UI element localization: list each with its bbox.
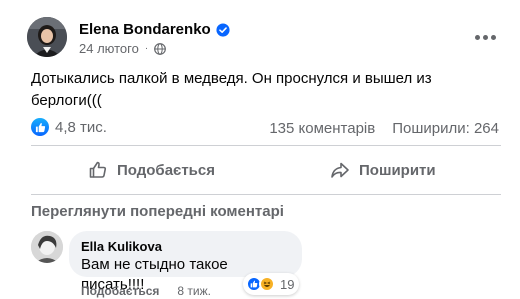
post-card: Elena Bondarenko 24 лютого · Дотыкались … [0,0,520,299]
post-date[interactable]: 24 лютого · [79,41,167,56]
author-name-label[interactable]: Elena Bondarenko [79,21,211,38]
comment-time[interactable]: 8 тиж. [177,284,211,298]
more-icon[interactable] [470,27,500,47]
share-icon [331,162,349,178]
more-dot [474,34,480,40]
more-dot [482,34,488,40]
commenter-name[interactable]: Ella Kulikova [81,239,290,255]
comment-reactions[interactable]: 19 [243,273,300,295]
divider [31,194,501,195]
commenter-avatar[interactable] [31,231,63,263]
share-button[interactable]: Поширити [330,154,436,186]
haha-icon [259,276,275,292]
more-dot [490,34,496,40]
globe-icon [154,42,167,55]
verified-badge-icon [216,22,230,37]
author-name[interactable]: Elena Bondarenko [79,21,230,38]
author-avatar[interactable] [27,17,67,57]
like-button-label[interactable]: Подобається [117,162,215,179]
comment-reaction-count: 19 [280,276,295,292]
share-button-label[interactable]: Поширити [359,162,436,179]
comment-like-button[interactable]: Подобається [81,284,159,298]
view-previous-comments-link[interactable]: Переглянути попередні коментарі [31,203,284,220]
like-icon [31,118,49,136]
separator-dot: · [144,43,149,54]
engagement-counts: 135 коментарів Поширили: 264 [269,120,499,137]
shares-count[interactable]: Поширили: 264 [392,120,499,137]
divider [31,145,501,146]
thumbs-up-icon [89,161,107,178]
comment-actions: Подобається 8 тиж. [81,284,211,298]
comments-count[interactable]: 135 коментарів [269,120,375,137]
comment-bubble: Ella Kulikova Вам не стыдно такое писать… [69,231,302,293]
reactions-summary[interactable]: 4,8 тис. [31,118,107,136]
post-date-label[interactable]: 24 лютого [79,41,139,56]
post-text: Дотыкались палкой в медведя. Он проснулс… [31,70,432,109]
like-button[interactable]: Подобається [88,154,215,186]
reactions-count[interactable]: 4,8 тис. [55,119,107,136]
